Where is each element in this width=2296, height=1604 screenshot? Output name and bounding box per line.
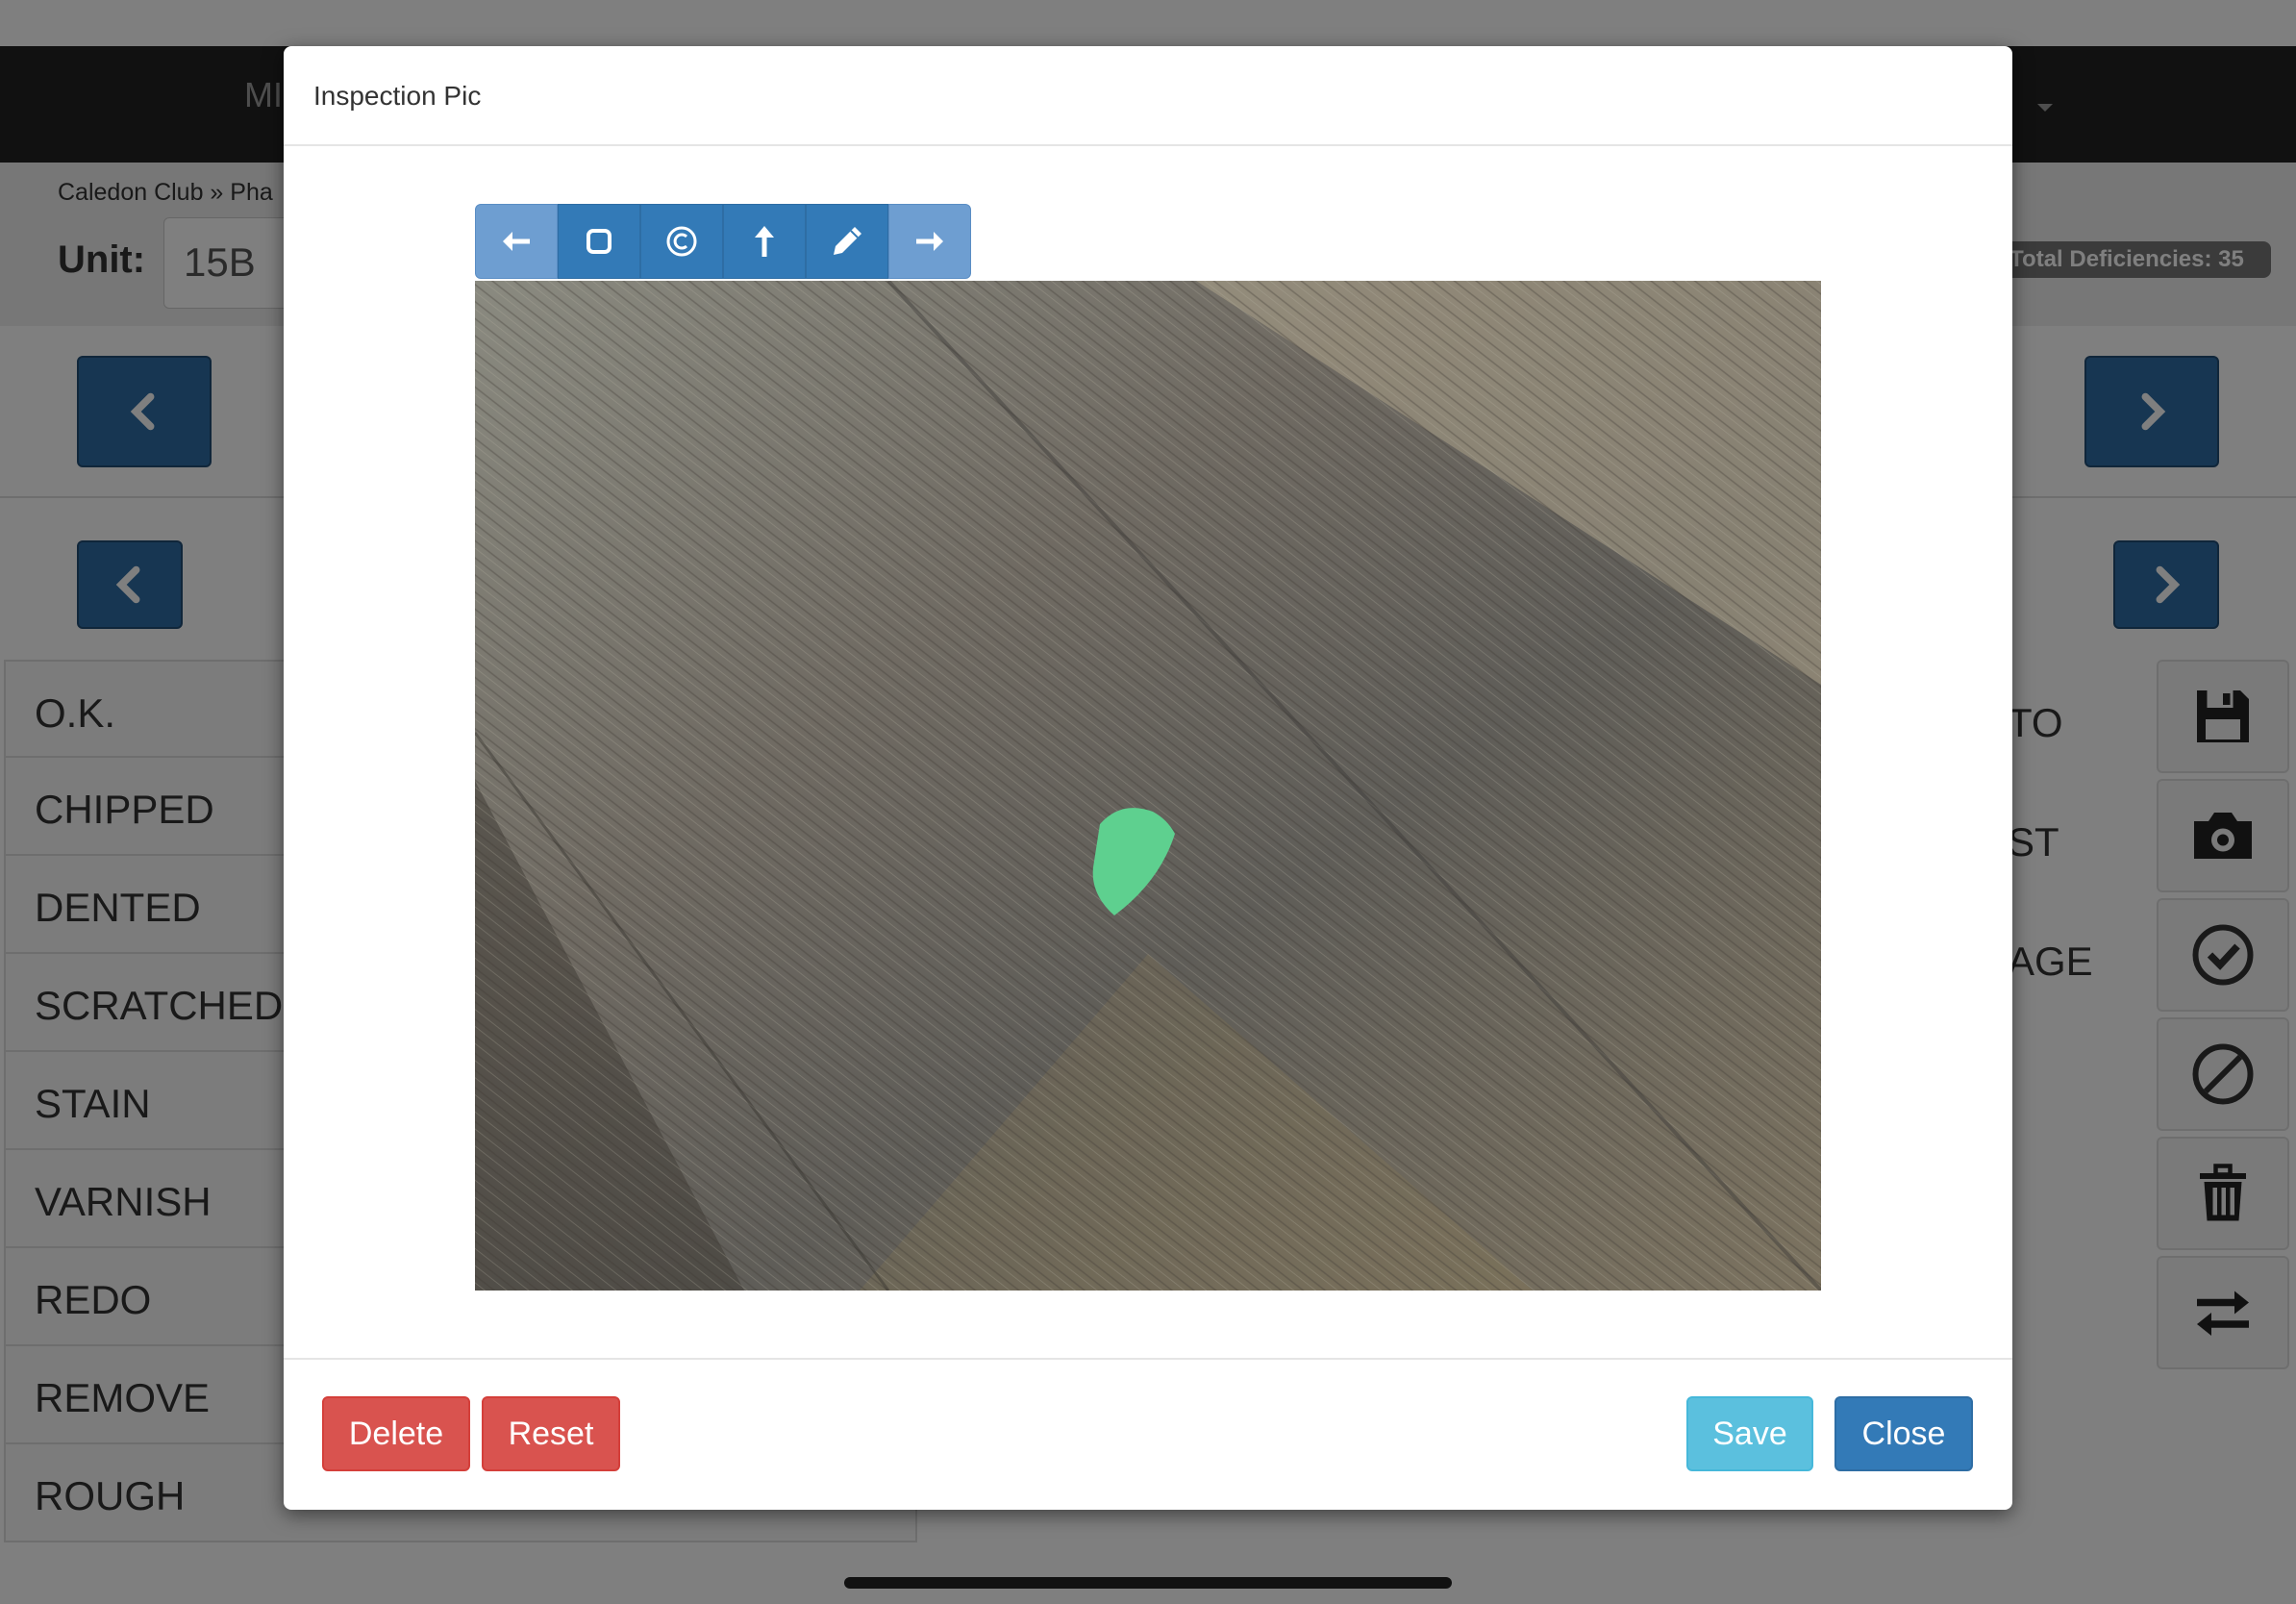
redo-button[interactable] [888,204,971,279]
square-icon [586,229,611,254]
wood-floor-photo [475,281,1821,1291]
modal-title: Inspection Pic [313,81,482,111]
undo-button[interactable] [475,204,558,279]
pencil-tool-button[interactable] [806,204,888,279]
modal-header: Inspection Pic [284,46,2012,146]
home-indicator [844,1577,1452,1589]
arrow-tool-button[interactable] [723,204,806,279]
circle-tool-button[interactable] [640,204,723,279]
rectangle-tool-button[interactable] [558,204,640,279]
arrow-right-icon [916,232,943,251]
copyright-icon [666,226,697,257]
arrow-up-icon [755,226,774,257]
inspection-photo[interactable] [475,281,1821,1291]
close-button[interactable]: Close [1834,1396,1973,1471]
reset-button[interactable]: Reset [482,1396,620,1471]
annotation-toolbar [475,204,971,279]
pencil-icon [834,227,861,255]
arrow-left-icon [503,232,530,251]
save-button[interactable]: Save [1686,1396,1813,1471]
inspection-pic-modal: Inspection Pic Delete Reset Save Close [284,46,2012,1510]
delete-button[interactable]: Delete [322,1396,470,1471]
